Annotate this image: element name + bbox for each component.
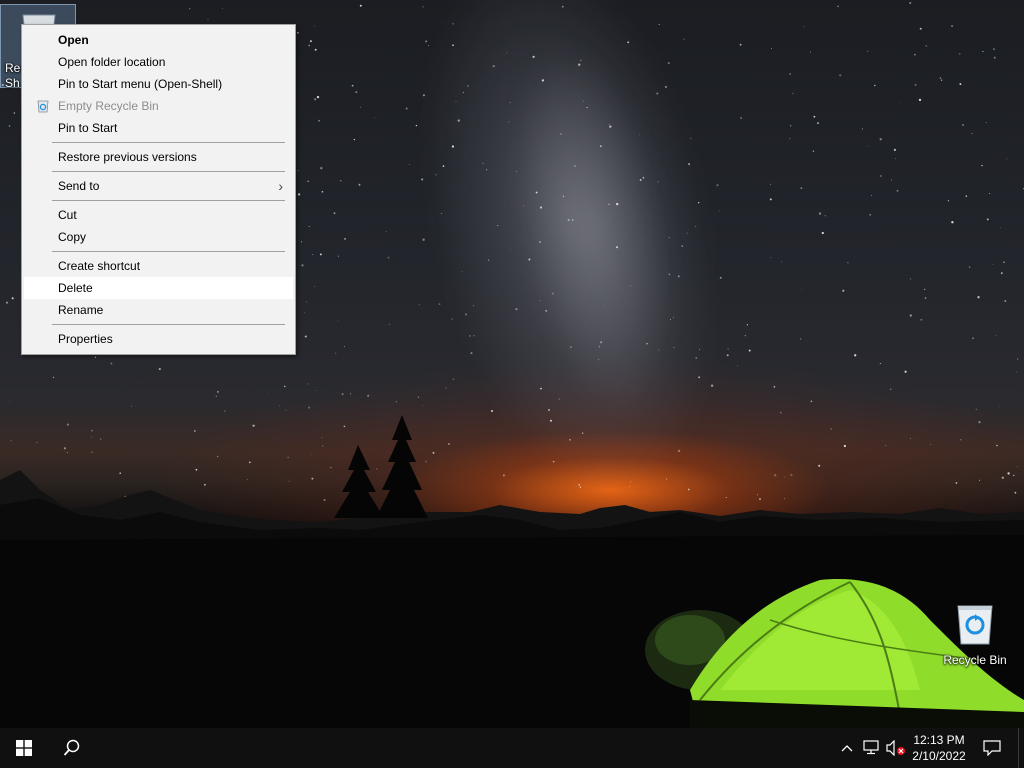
menu-item-copy[interactable]: Copy bbox=[24, 226, 293, 248]
network-icon bbox=[863, 740, 879, 755]
menu-item-empty-recycle-bin[interactable]: Empty Recycle Bin bbox=[24, 95, 293, 117]
menu-item-delete[interactable]: Delete bbox=[24, 277, 293, 299]
menu-item-label: Create shortcut bbox=[58, 259, 141, 273]
menu-item-open-folder-location[interactable]: Open folder location bbox=[24, 51, 293, 73]
menu-item-label: Cut bbox=[58, 208, 77, 222]
clock-time: 12:13 PM bbox=[913, 733, 965, 747]
context-menu: Open Open folder location Pin to Start m… bbox=[21, 24, 296, 355]
clock[interactable]: 12:13 PM 2/10/2022 bbox=[908, 728, 970, 768]
shortcut-label-line2: Sh bbox=[5, 76, 20, 90]
menu-separator bbox=[52, 171, 285, 172]
menu-item-label: Copy bbox=[58, 230, 87, 244]
chevron-right-icon: › bbox=[278, 178, 283, 194]
menu-item-label: Restore previous versions bbox=[58, 150, 197, 164]
menu-item-cut[interactable]: Cut bbox=[24, 204, 293, 226]
menu-item-label: Open folder location bbox=[58, 55, 166, 69]
menu-item-label: Pin to Start menu (Open-Shell) bbox=[58, 77, 223, 91]
show-hidden-icons-button[interactable] bbox=[836, 728, 858, 768]
menu-item-open[interactable]: Open bbox=[24, 29, 293, 51]
search-icon bbox=[63, 739, 80, 756]
recycle-bin-desktop-icon[interactable]: Recycle Bin bbox=[937, 600, 1013, 667]
volume-muted-icon bbox=[886, 740, 905, 756]
menu-item-label: Send to bbox=[58, 179, 100, 193]
taskbar: 12:13 PM 2/10/2022 bbox=[0, 728, 1024, 768]
chevron-up-icon bbox=[841, 745, 853, 752]
show-desktop-button[interactable] bbox=[1018, 728, 1024, 768]
search-button[interactable] bbox=[48, 728, 96, 768]
recycle-bin-icon bbox=[957, 605, 993, 645]
menu-item-label: Delete bbox=[58, 281, 93, 295]
menu-separator bbox=[52, 142, 285, 143]
menu-item-restore-previous-versions[interactable]: Restore previous versions bbox=[24, 146, 293, 168]
menu-item-label: Properties bbox=[58, 332, 113, 346]
menu-item-pin-to-start[interactable]: Pin to Start bbox=[24, 117, 293, 139]
menu-item-rename[interactable]: Rename bbox=[24, 299, 293, 321]
recycle-bin-label: Recycle Bin bbox=[943, 653, 1007, 667]
menu-item-create-shortcut[interactable]: Create shortcut bbox=[24, 255, 293, 277]
menu-item-label: Open bbox=[58, 33, 89, 47]
volume-button[interactable] bbox=[884, 728, 908, 768]
action-center-button[interactable] bbox=[976, 728, 1008, 768]
clock-date: 2/10/2022 bbox=[912, 749, 966, 763]
menu-separator bbox=[52, 200, 285, 201]
windows-logo-icon bbox=[16, 740, 32, 756]
recycle-bin-icon bbox=[37, 100, 49, 113]
menu-item-send-to[interactable]: Send to › bbox=[24, 175, 293, 197]
menu-item-pin-to-start-menu-open-shell[interactable]: Pin to Start menu (Open-Shell) bbox=[24, 73, 293, 95]
notification-icon bbox=[983, 740, 1001, 756]
network-button[interactable] bbox=[860, 728, 884, 768]
menu-separator bbox=[52, 324, 285, 325]
menu-item-label: Pin to Start bbox=[58, 121, 118, 135]
menu-item-label: Empty Recycle Bin bbox=[58, 99, 159, 113]
menu-separator bbox=[52, 251, 285, 252]
start-button[interactable] bbox=[0, 728, 48, 768]
menu-item-label: Rename bbox=[58, 303, 104, 317]
menu-item-properties[interactable]: Properties bbox=[24, 328, 293, 350]
